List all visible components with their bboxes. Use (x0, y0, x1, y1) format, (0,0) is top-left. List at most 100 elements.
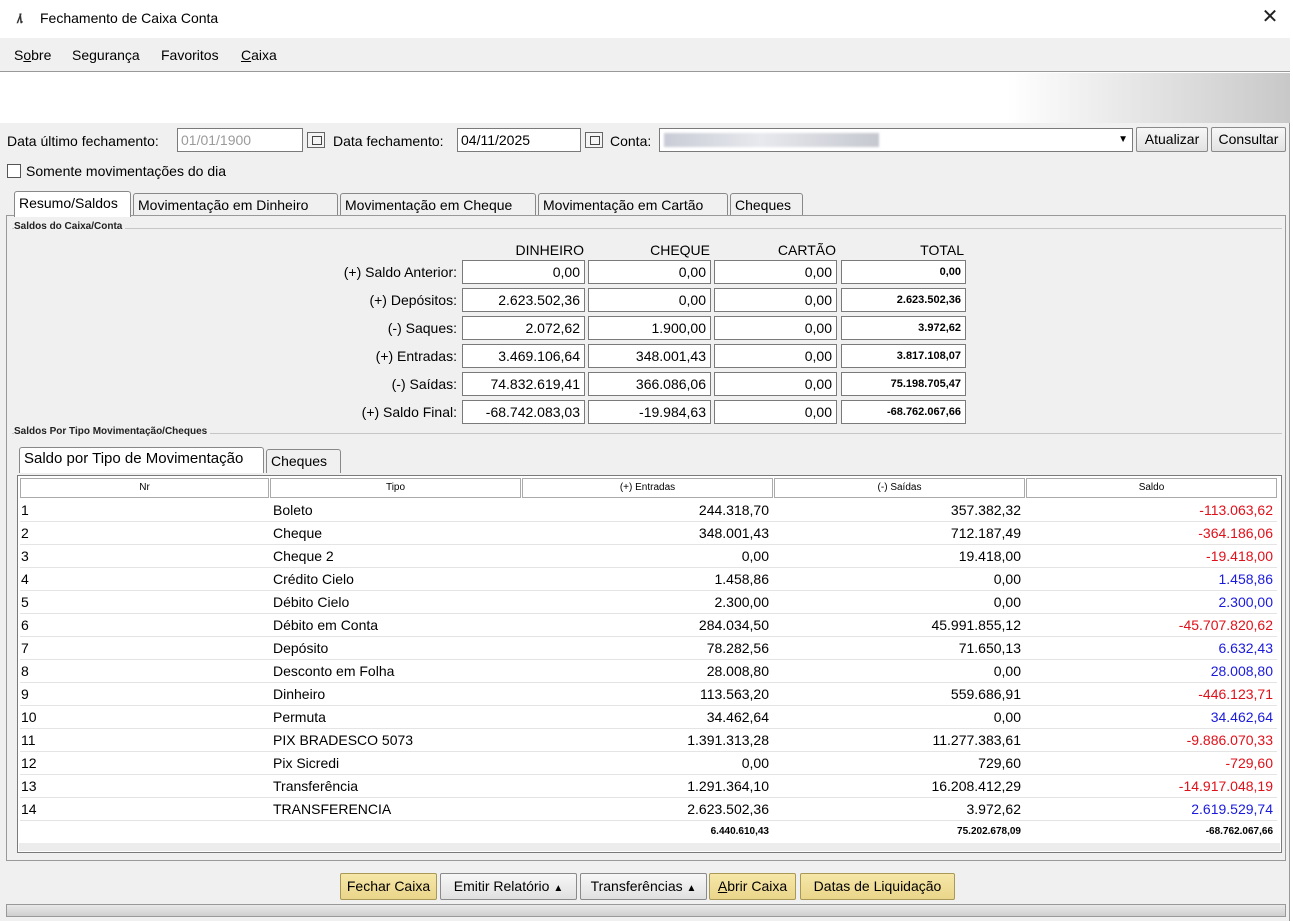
tab-mov-cartao[interactable]: Movimentação em Cartão (538, 193, 728, 217)
table-row[interactable]: 11 PIX BRADESCO 5073 1.391.313,28 11.277.38… (20, 729, 1277, 752)
saldo-cell[interactable]: 2.623.502,36 (462, 288, 585, 312)
table-row[interactable]: 9 Dinheiro 113.563,20 559.686,91 -446.123,71 (20, 683, 1277, 706)
saldo-cell[interactable]: 0,00 (714, 288, 837, 312)
table-row[interactable]: 10 Permuta 34.462,64 0,00 34.462,64 (20, 706, 1277, 729)
grid-cell: 10 (21, 709, 37, 725)
saldo-cell[interactable]: 0,00 (714, 344, 837, 368)
tab-mov-dinheiro[interactable]: Movimentação em Dinheiro (133, 193, 338, 217)
grid-cell: 348.001,43 (698, 525, 769, 541)
menu-favoritos[interactable]: Favoritos (161, 47, 219, 63)
saldo-cell[interactable]: 3.817.108,07 (841, 344, 966, 368)
grid-cell: 6.632,43 (1218, 640, 1274, 656)
tab-resumo-saldos[interactable]: Resumo/Saldos (14, 191, 131, 217)
saldo-cell[interactable]: 74.832.619,41 (462, 372, 585, 396)
datas-liquidacao-button[interactable]: Datas de Liquidação (800, 873, 955, 900)
table-row[interactable]: 2 Cheque 348.001,43 712.187,49 -364.186,06 (20, 522, 1277, 545)
emitir-relatorio-button[interactable]: Emitir Relatório ▲ (440, 873, 577, 900)
grid-cell: -45.707.820,62 (1178, 617, 1273, 633)
table-row[interactable]: 3 Cheque 2 0,00 19.418,00 -19.418,00 (20, 545, 1277, 568)
data-fechamento-field[interactable]: 04/11/2025 (457, 128, 581, 152)
saldo-cell[interactable]: 2.072,62 (462, 316, 585, 340)
table-row[interactable]: 7 Depósito 78.282,56 71.650,13 6.632,43 (20, 637, 1277, 660)
saldo-cell[interactable]: -19.984,63 (588, 400, 711, 424)
grid-cell: 0,00 (993, 663, 1021, 679)
grid-cell: 2.623.502,36 (687, 801, 769, 817)
data-ultimo-field[interactable]: 01/01/1900 (177, 128, 303, 152)
atualizar-button[interactable]: Atualizar (1136, 127, 1208, 152)
table-row[interactable]: 8 Desconto em Folha 28.008,80 0,00 28.008,80 (20, 660, 1277, 683)
grid-cell: Transferência (273, 778, 359, 794)
grid-cell: 11.277.383,61 (932, 732, 1022, 748)
gh-saidas[interactable]: (-) Saídas (774, 478, 1025, 498)
saldo-cell[interactable]: -68.762.067,66 (841, 400, 966, 424)
saldo-cell[interactable]: 0,00 (588, 260, 711, 284)
saldo-cell[interactable]: 0,00 (588, 288, 711, 312)
saldo-cell[interactable]: -68.742.083,03 (462, 400, 585, 424)
saldo-cell[interactable]: 0,00 (714, 260, 837, 284)
abrir-caixa-button[interactable]: Abrir Caixa (709, 873, 796, 900)
menu-seguranca[interactable]: Segurança (72, 47, 140, 63)
grid-cell: Cheque 2 (273, 548, 334, 564)
tab-cheques[interactable]: Cheques (730, 193, 803, 217)
fechar-caixa-button[interactable]: Fechar Caixa (340, 873, 437, 900)
saldo-cell[interactable]: 366.086,06 (588, 372, 711, 396)
table-row[interactable]: 12 Pix Sicredi 0,00 729,60 -729,60 (20, 752, 1277, 775)
gh-saldo[interactable]: Saldo (1026, 478, 1277, 498)
saldo-cell[interactable]: 0,00 (714, 316, 837, 340)
table-row[interactable]: 14 TRANSFERENCIA 2.623.502,36 3.972,62 2.619… (20, 798, 1277, 821)
table-row[interactable]: 6 Débito em Conta 284.034,50 45.991.855,12 -… (20, 614, 1277, 637)
tipo-group-title: Saldos Por Tipo Movimentação/Cheques (14, 426, 211, 437)
grid-cell: 3 (21, 548, 29, 564)
close-icon[interactable]: ✕ (1258, 5, 1282, 29)
grid-cell: 2 (21, 525, 29, 541)
saldo-cell[interactable]: 0,00 (714, 400, 837, 424)
grid-cell: 71.650,13 (958, 640, 1021, 656)
tab-mov-cheque[interactable]: Movimentação em Cheque (340, 193, 536, 217)
grid-cell: PIX BRADESCO 5073 (273, 732, 414, 748)
saldo-cell[interactable]: 0,00 (714, 372, 837, 396)
grid-cell: -9.886.070,33 (1186, 732, 1273, 748)
table-row[interactable]: 5 Débito Cielo 2.300,00 0,00 2.300,00 (20, 591, 1277, 614)
saldo-cell[interactable]: 0,00 (462, 260, 585, 284)
conta-label: Conta: (610, 133, 652, 149)
grid-cell: 14 (21, 801, 37, 817)
menu-caixa[interactable]: Caixa (241, 47, 277, 63)
gh-nr[interactable]: Nr (20, 478, 269, 498)
grid-cell: 244.318,70 (698, 502, 769, 518)
saldo-cell[interactable]: 75.198.705,47 (841, 372, 966, 396)
grid-cell: -364.186,06 (1198, 525, 1273, 541)
saldo-cell[interactable]: 0,00 (841, 260, 966, 284)
data-fechamento-label: Data fechamento: (333, 133, 444, 149)
consultar-button[interactable]: Consultar (1211, 127, 1286, 152)
grid-cell: Pix Sicredi (273, 755, 340, 771)
grid-cell: Dinheiro (273, 686, 326, 702)
conta-value-redacted (664, 133, 879, 147)
calendar-icon[interactable] (307, 132, 325, 148)
tab-cheques-sub[interactable]: Cheques (266, 449, 341, 473)
table-row[interactable]: 13 Transferência 1.291.364,10 16.208.412,29… (20, 775, 1277, 798)
grid-cell: -14.917.048,19 (1178, 778, 1273, 794)
transferencias-button[interactable]: Transferências ▲ (580, 873, 707, 900)
table-row[interactable]: 4 Crédito Cielo 1.458,86 0,00 1.458,86 (20, 568, 1277, 591)
saldo-cell[interactable]: 3.469.106,64 (462, 344, 585, 368)
menu-sobre[interactable]: Sobre (14, 47, 51, 63)
grid-cell: 2.300,00 (714, 594, 770, 610)
status-bar (6, 904, 1286, 917)
saldo-cell[interactable]: 1.900,00 (588, 316, 711, 340)
somente-checkbox[interactable] (7, 164, 21, 178)
saldo-cell[interactable]: 3.972,62 (841, 316, 966, 340)
tab-saldo-tipo[interactable]: Saldo por Tipo de Movimentação (19, 447, 264, 473)
grid-cell: 2.300,00 (1218, 594, 1274, 610)
header-banner (5, 73, 1290, 123)
totals-row: 6.440.610,43 75.202.678,09 -68.762.067,66 (20, 821, 1277, 844)
grid-cell: 19.418,00 (958, 548, 1021, 564)
table-row[interactable]: 1 Boleto 244.318,70 357.382,32 -113.063,62 (20, 499, 1277, 522)
conta-select[interactable]: ▼ (659, 128, 1133, 152)
grid-cell: 2.619.529,74 (1191, 801, 1273, 817)
saldo-cell[interactable]: 2.623.502,36 (841, 288, 966, 312)
gh-tipo[interactable]: Tipo (270, 478, 521, 498)
emitir-label: Emitir Relatório (453, 878, 550, 894)
gh-entradas[interactable]: (+) Entradas (522, 478, 773, 498)
saldo-cell[interactable]: 348.001,43 (588, 344, 711, 368)
calendar-icon[interactable] (585, 132, 603, 148)
